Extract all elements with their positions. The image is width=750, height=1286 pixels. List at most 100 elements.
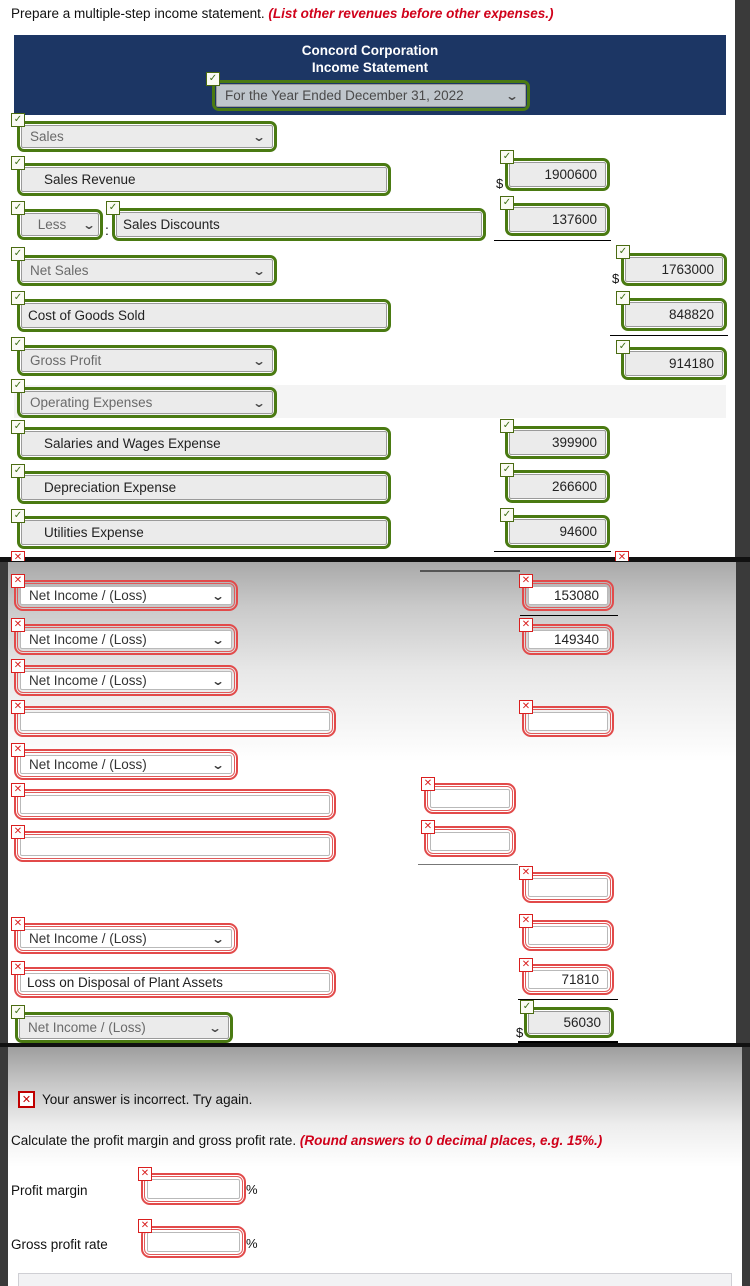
subtotal-rule bbox=[520, 615, 618, 616]
row-input-sales-discounts[interactable]: Sales Discounts bbox=[112, 208, 486, 241]
row-prefix-label: Less bbox=[37, 217, 67, 232]
instruction-main: Calculate the profit margin and gross pr… bbox=[11, 1133, 297, 1148]
row-input-7[interactable] bbox=[14, 831, 336, 862]
chevron-down-icon: ⌄ bbox=[505, 88, 519, 103]
chevron-down-icon: ⌄ bbox=[252, 395, 266, 410]
subtotal-rule bbox=[518, 999, 618, 1000]
amount-value: 137600 bbox=[509, 207, 606, 232]
row-label: Net Sales bbox=[30, 263, 89, 278]
dollar-sign: $ bbox=[516, 1025, 524, 1040]
row-label: Loss on Disposal of Plant Assets bbox=[20, 973, 330, 992]
row-label: Sales bbox=[30, 129, 64, 144]
row-input-cogs[interactable]: Cost of Goods Sold bbox=[17, 299, 391, 332]
subtotal-rule bbox=[420, 570, 520, 572]
amount-input-salaries[interactable]: 399900 bbox=[505, 426, 610, 459]
statement-panel-top: Prepare a multiple-step income statement… bbox=[0, 0, 750, 561]
row-label: Salaries and Wages Expense bbox=[21, 431, 387, 456]
row-label: Net Income / (Loss) bbox=[28, 1020, 146, 1035]
row-select-gross-profit[interactable]: Gross Profit ⌄ bbox=[17, 345, 277, 376]
row-input-depreciation[interactable]: Depreciation Expense bbox=[17, 471, 391, 504]
amount-value: 71810 bbox=[528, 970, 608, 989]
amount-input-loss-on-disposal[interactable]: 71810 bbox=[522, 964, 614, 995]
row-label: Depreciation Expense bbox=[21, 475, 387, 500]
row-prefix-select-less[interactable]: Less ⌄ bbox=[17, 209, 103, 240]
row-select-net-sales[interactable]: Net Sales ⌄ bbox=[17, 255, 277, 286]
panel-left-edge bbox=[0, 562, 8, 1043]
prompt-hint: (List other revenues before other expens… bbox=[268, 6, 554, 21]
row-input-sales-revenue[interactable]: Sales Revenue bbox=[17, 163, 391, 196]
row-label: Operating Expenses bbox=[30, 395, 153, 410]
statement-panel-middle: ✕ Net Income / (Loss) ⌄ ✕ 153080 ✕ Net I… bbox=[0, 562, 750, 1043]
subtotal-rule bbox=[610, 335, 728, 336]
amount-input-utilities[interactable]: 94600 bbox=[505, 515, 610, 548]
panel-left-edge bbox=[0, 1047, 8, 1286]
panel-right-edge bbox=[742, 1047, 750, 1286]
row-select-3[interactable]: Net Income / (Loss) ⌄ bbox=[14, 665, 238, 696]
gross-profit-rate-input[interactable] bbox=[141, 1226, 246, 1258]
chevron-down-icon: ⌄ bbox=[211, 757, 225, 772]
chevron-down-icon: ⌄ bbox=[252, 129, 266, 144]
period-select[interactable]: For the Year Ended December 31, 2022 ⌄ bbox=[212, 80, 530, 111]
row-select-9[interactable]: Net Income / (Loss) ⌄ bbox=[14, 923, 238, 954]
panel-gradient bbox=[0, 1047, 750, 1167]
amount-input-7-mid[interactable] bbox=[424, 826, 516, 857]
amount-input-4[interactable] bbox=[522, 706, 614, 737]
profit-margin-label: Profit margin bbox=[11, 1183, 88, 1198]
row-input-salaries[interactable]: Salaries and Wages Expense bbox=[17, 427, 391, 460]
row-label bbox=[20, 837, 330, 856]
profit-margin-value bbox=[147, 1179, 240, 1199]
instruction-text: Calculate the profit margin and gross pr… bbox=[11, 1133, 741, 1148]
gross-profit-rate-label: Gross profit rate bbox=[11, 1237, 108, 1252]
row-input-4[interactable] bbox=[14, 706, 336, 737]
subtotal-rule bbox=[418, 864, 518, 865]
row-select-1[interactable]: Net Income / (Loss) ⌄ bbox=[14, 580, 238, 611]
row-input-6[interactable] bbox=[14, 789, 336, 820]
amount-input-sales-discounts[interactable]: 137600 bbox=[505, 203, 610, 236]
panel-right-edge bbox=[736, 562, 750, 1043]
amount-input-1[interactable]: 153080 bbox=[522, 580, 614, 611]
dollar-sign: $ bbox=[496, 176, 504, 191]
row-label: Sales Discounts bbox=[116, 212, 482, 237]
amount-value: 266600 bbox=[509, 474, 606, 499]
row-select-5[interactable]: Net Income / (Loss) ⌄ bbox=[14, 749, 238, 780]
feedback-panel-bottom: ✕ Your answer is incorrect. Try again. C… bbox=[0, 1047, 750, 1286]
amount-value: 149340 bbox=[528, 630, 608, 649]
row-select-2[interactable]: Net Income / (Loss) ⌄ bbox=[14, 624, 238, 655]
dollar-sign: $ bbox=[612, 271, 620, 286]
period-select-label: For the Year Ended December 31, 2022 bbox=[225, 88, 464, 103]
instruction-hint: (Round answers to 0 decimal places, e.g.… bbox=[299, 1133, 603, 1148]
row-label: Sales Revenue bbox=[21, 167, 387, 192]
row-label: Net Income / (Loss) bbox=[29, 931, 147, 946]
amount-input-cogs[interactable]: 848820 bbox=[621, 298, 727, 331]
amount-input-8[interactable] bbox=[522, 872, 614, 903]
amount-input-depreciation[interactable]: 266600 bbox=[505, 470, 610, 503]
row-input-utilities[interactable]: Utilities Expense bbox=[17, 516, 391, 549]
amount-input-9[interactable] bbox=[522, 920, 614, 951]
row-input-loss-on-disposal[interactable]: Loss on Disposal of Plant Assets bbox=[14, 967, 336, 998]
amount-value: 1900600 bbox=[509, 162, 606, 187]
percent-sign: % bbox=[246, 1236, 258, 1251]
percent-sign: % bbox=[246, 1182, 258, 1197]
bottom-bar bbox=[18, 1273, 732, 1286]
profit-margin-input[interactable] bbox=[141, 1173, 246, 1205]
amount-input-sales-revenue[interactable]: 1900600 bbox=[505, 158, 610, 191]
amount-input-6-mid[interactable] bbox=[424, 783, 516, 814]
chevron-down-icon: ⌄ bbox=[211, 588, 225, 603]
row-label: Net Income / (Loss) bbox=[29, 588, 147, 603]
row-select-operating-expenses[interactable]: Operating Expenses ⌄ bbox=[17, 387, 277, 418]
row-select-sales[interactable]: Sales ⌄ bbox=[17, 121, 277, 152]
amount-input-gross-profit[interactable]: 914180 bbox=[621, 347, 727, 380]
amount-input-net-sales[interactable]: 1763000 bbox=[621, 253, 727, 286]
amount-input-net-income[interactable]: 56030 bbox=[524, 1007, 614, 1038]
chevron-down-icon: ⌄ bbox=[252, 263, 266, 278]
amount-value: 94600 bbox=[509, 519, 606, 544]
amount-input-2[interactable]: 149340 bbox=[522, 624, 614, 655]
amount-value bbox=[528, 926, 608, 945]
row-select-net-income[interactable]: Net Income / (Loss) ⌄ bbox=[15, 1012, 233, 1043]
chevron-down-icon: ⌄ bbox=[211, 931, 225, 946]
row-label bbox=[20, 712, 330, 731]
subtotal-rule bbox=[494, 551, 611, 552]
colon-separator: : bbox=[105, 222, 109, 238]
company-name: Concord Corporation bbox=[301, 43, 439, 58]
amount-value: 914180 bbox=[625, 351, 723, 376]
